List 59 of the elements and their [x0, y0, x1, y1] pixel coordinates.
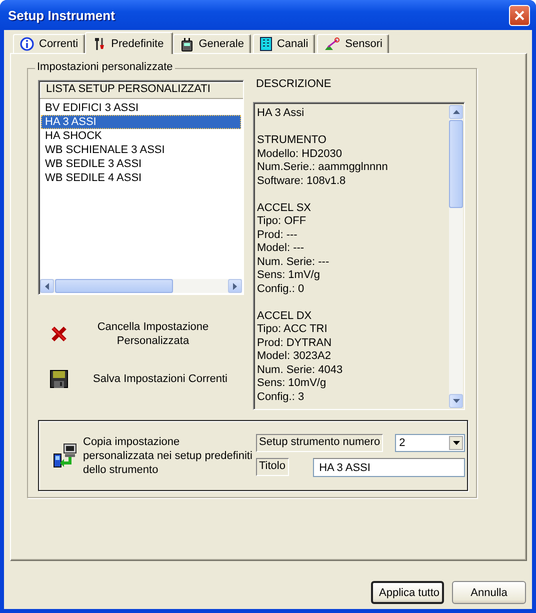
description-line: Modello: HD2030 [257, 148, 343, 161]
description-line: Tipo: OFF [257, 215, 308, 228]
right-arrow-icon [233, 282, 237, 290]
description-line: Num. Serie: 4043 [257, 364, 344, 377]
number-label: Setup strumento numero [256, 434, 384, 452]
window-title: Setup Instrument [8, 8, 115, 22]
device-icon [180, 36, 194, 52]
copy-computer-icon [53, 442, 79, 468]
list-item[interactable]: WB SEDILE 3 ASSI [41, 157, 241, 171]
vertical-scrollbar[interactable] [449, 105, 463, 408]
group-title: Impostazioni personalizzate [35, 61, 175, 73]
tools-icon [94, 36, 106, 50]
description-line: Config.: 0 [257, 282, 306, 296]
description-line: ACCEL DX [257, 310, 313, 323]
description-line: Model: 3023A2 [257, 350, 332, 364]
delete-icon [50, 325, 68, 343]
up-arrow-icon [452, 110, 460, 114]
delete-setting-button[interactable]: Cancella Impostazione Personalizzata [50, 320, 244, 348]
description-line: Model: --- [257, 242, 306, 256]
description-line: Prod: --- [257, 228, 298, 242]
description-line: Config.: 3 [257, 390, 306, 404]
dialog-button[interactable]: Annulla [452, 581, 526, 604]
description-line: Prod: DYTRAN [257, 336, 333, 350]
sensor-icon [324, 37, 340, 51]
down-arrow-icon [452, 399, 460, 403]
close-button[interactable] [509, 4, 530, 26]
number-dropdown[interactable]: 2 [395, 434, 466, 452]
title-field[interactable]: HA 3 ASSI [313, 458, 466, 477]
description-label: DESCRIZIONE [256, 78, 332, 92]
description-line: Sens: 10mV/g [257, 377, 328, 390]
close-icon [514, 10, 525, 20]
copy-description: Copia impostazione personalizzata nei setup predefiniti dello strumento [83, 434, 253, 476]
description-line: ACCEL SX [257, 202, 312, 215]
tab[interactable]: Canali [252, 34, 316, 53]
list-item[interactable]: HA SHOCK [41, 129, 241, 143]
dropdown-arrow-icon [452, 441, 460, 445]
tab[interactable]: Sensori [317, 34, 390, 53]
description-line: Software: 108v1.8 [257, 174, 347, 188]
info-icon [20, 37, 34, 51]
description-line: HA 3 Assi [257, 107, 306, 120]
title-label: Titolo [256, 458, 288, 476]
description-line: Num. Serie: --- [257, 256, 330, 269]
save-settings-button[interactable]: Salva Impostazioni Correnti [50, 370, 244, 388]
list-item[interactable]: BV EDIFICI 3 ASSI [41, 101, 241, 115]
tab[interactable]: Correnti [13, 34, 86, 53]
dialog-button[interactable]: Applica tutto [371, 581, 444, 604]
description-line: Num.Serie.: aammgglnnnn [257, 161, 389, 174]
list-item[interactable]: HA 3 ASSI [41, 115, 241, 129]
list-item[interactable]: WB SEDILE 4 ASSI [41, 171, 241, 185]
description-line: Tipo: ACC TRI [257, 323, 328, 336]
description-line: Sens: 1mV/g [257, 269, 321, 282]
channels-icon [260, 37, 272, 51]
description-line: STRUMENTO [257, 134, 328, 148]
horizontal-scrollbar[interactable] [40, 279, 242, 293]
left-arrow-icon [45, 282, 49, 290]
list-item[interactable]: WB SCHIENALE 3 ASSI [41, 143, 241, 157]
tab[interactable]: Generale [172, 34, 251, 53]
tab[interactable]: Predefinite [85, 32, 173, 54]
list-header[interactable]: LISTA SETUP PERSONALIZZATI [40, 82, 243, 99]
